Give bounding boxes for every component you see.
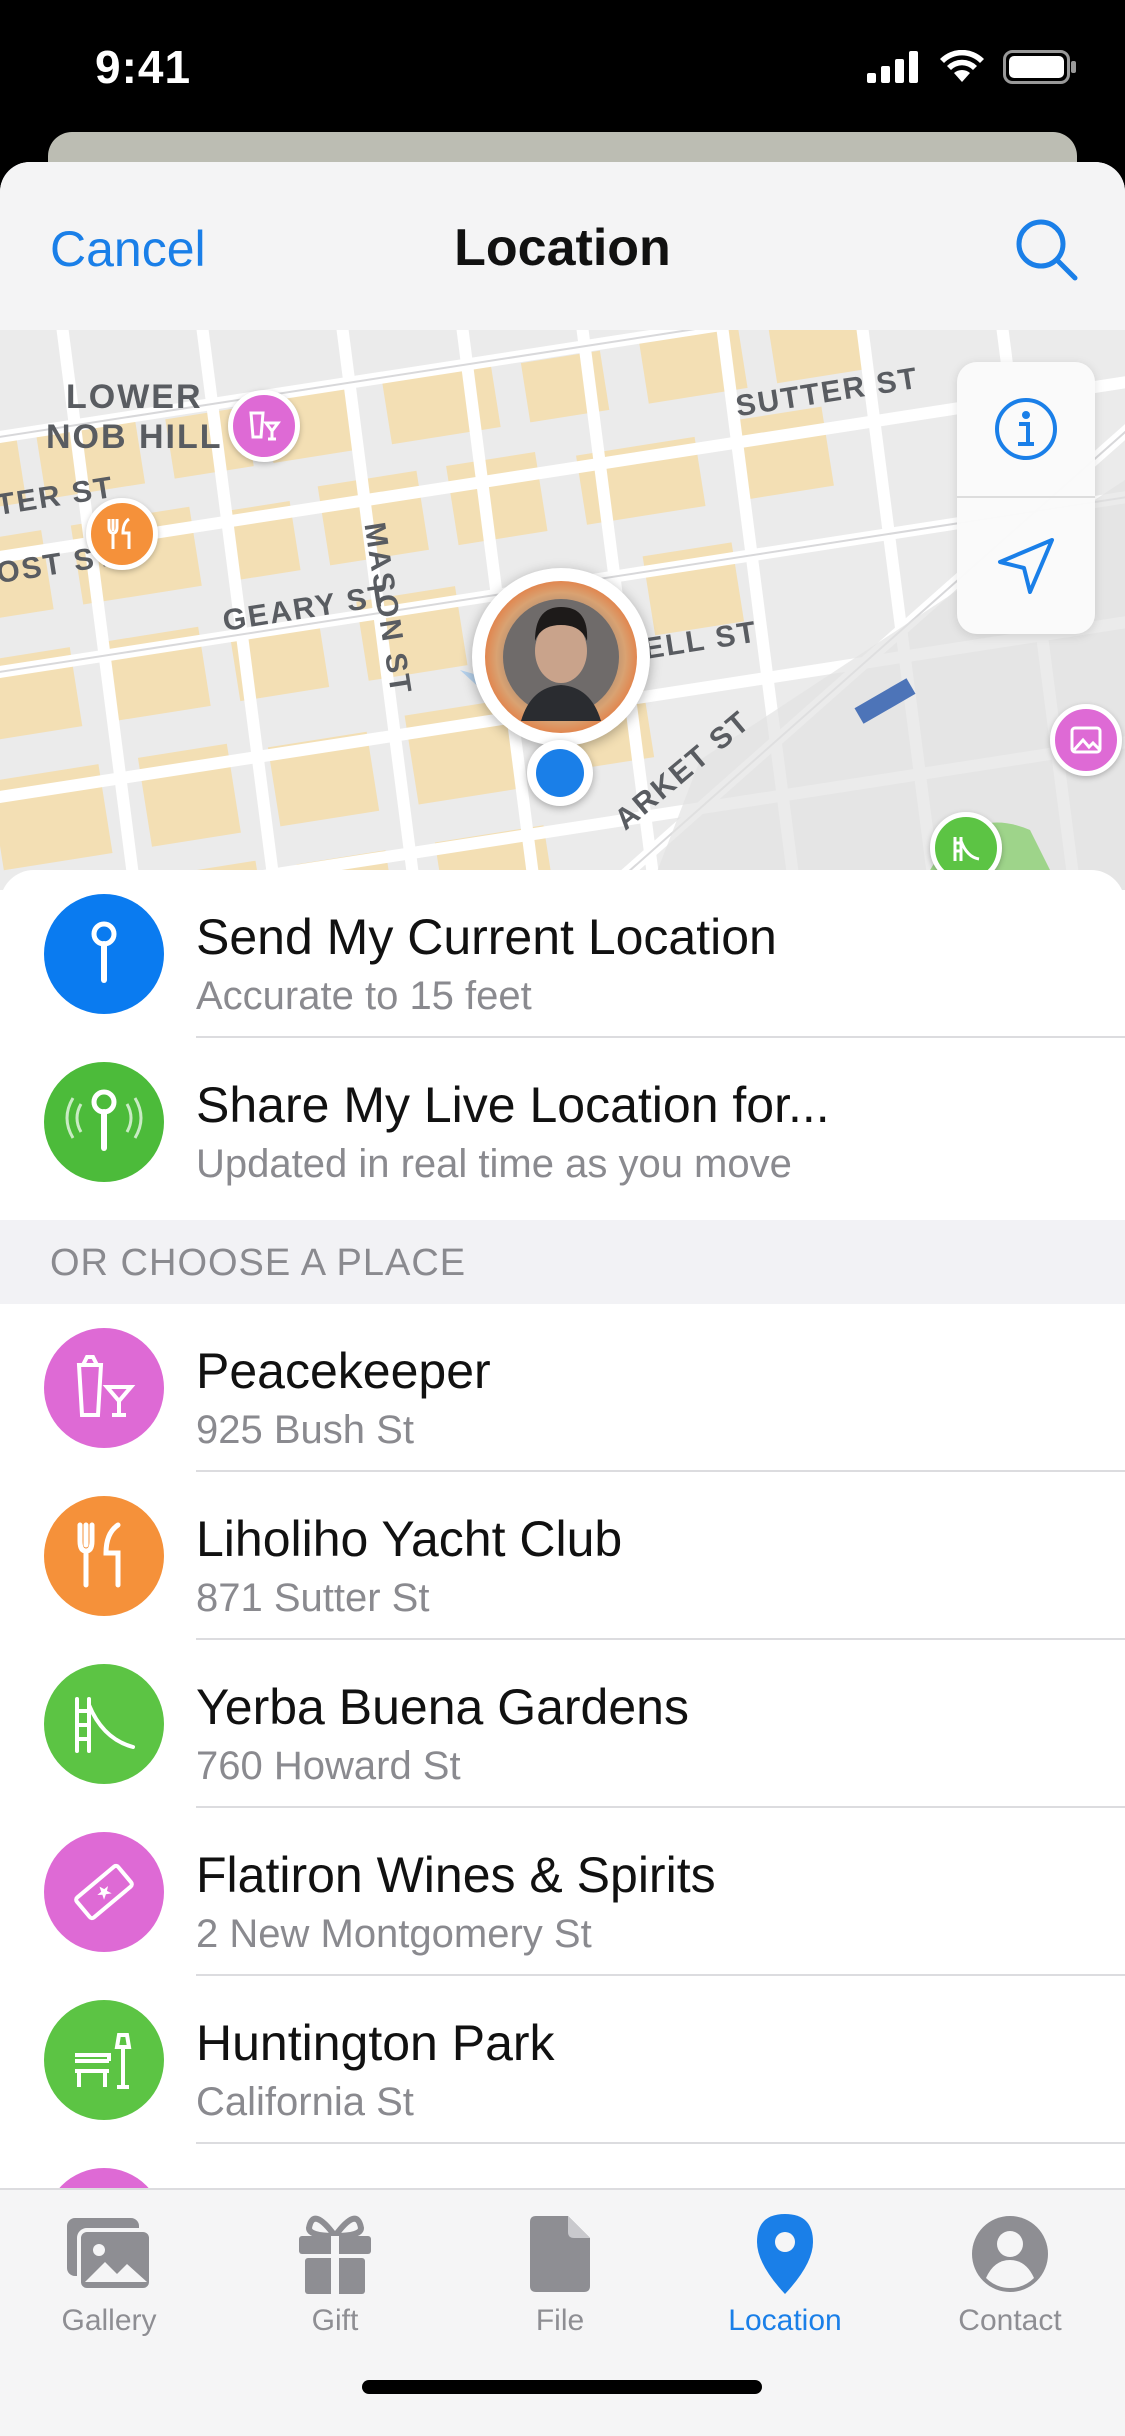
place-address: 925 Bush St xyxy=(196,1408,414,1452)
location-sheet: Cancel Location LOWER NOB HILL SUTTER ST… xyxy=(0,162,1125,2436)
place-address: 871 Sutter St xyxy=(196,1576,430,1620)
map-view[interactable]: LOWER NOB HILL SUTTER ST MASON ST GEARY … xyxy=(0,330,1125,890)
section-title: OR CHOOSE A PLACE xyxy=(50,1242,467,1284)
place-name: Liholiho Yacht Club xyxy=(196,1511,623,1567)
tab-gallery[interactable]: Gallery xyxy=(9,2210,209,2350)
place-name: Peacekeeper xyxy=(196,1343,491,1399)
place-row[interactable]: Flatiron Wines & Spirits 2 New Montgomer… xyxy=(0,1808,1125,1976)
slide-icon xyxy=(953,837,980,861)
tab-label: Contact xyxy=(958,2304,1062,2337)
place-name: Huntington Park xyxy=(196,2015,555,2071)
ticket-icon xyxy=(44,1832,164,1952)
page-title: Location xyxy=(454,219,671,277)
file-icon xyxy=(530,2216,590,2292)
tab-label: Gallery xyxy=(61,2304,157,2337)
cocktail-icon xyxy=(249,411,281,441)
map-label-nob-hill: NOB HILL xyxy=(46,418,223,456)
wifi-icon xyxy=(940,50,984,82)
map-label-lower: LOWER xyxy=(66,378,203,416)
park-bench-icon xyxy=(44,2000,164,2120)
place-address: 760 Howard St xyxy=(196,1744,461,1788)
contact-icon xyxy=(972,2216,1048,2292)
location-arrow-icon xyxy=(998,538,1054,594)
send-current-location-row[interactable]: Send My Current Location Accurate to 15 … xyxy=(0,870,1125,1038)
row-subtitle: Updated in real time as you move xyxy=(196,1142,792,1186)
place-name: Yerba Buena Gardens xyxy=(196,1679,689,1735)
map-poi-restaurant[interactable] xyxy=(86,498,158,570)
map-poi-gallery[interactable] xyxy=(1050,704,1122,776)
battery-icon xyxy=(1003,50,1076,84)
user-avatar-marker[interactable] xyxy=(472,568,650,746)
info-icon xyxy=(995,398,1057,460)
fork-knife-icon xyxy=(107,517,131,549)
status-icons xyxy=(867,50,1077,84)
cellular-signal-icon xyxy=(867,51,918,83)
tab-contact[interactable]: Contact xyxy=(910,2210,1110,2350)
map-controls xyxy=(957,362,1095,634)
home-indicator[interactable] xyxy=(362,2380,762,2394)
tab-bar: Gallery Gift File Location Contact xyxy=(0,2188,1125,2436)
place-row[interactable]: Huntington Park California St xyxy=(0,1976,1125,2144)
status-bar: 9:41 xyxy=(0,0,1125,135)
map-locate-button[interactable] xyxy=(957,498,1095,634)
status-time: 9:41 xyxy=(95,41,192,93)
tab-location[interactable]: Location xyxy=(685,2210,885,2350)
share-live-location-row[interactable]: Share My Live Location for... Updated in… xyxy=(0,1038,1125,1206)
slide-icon xyxy=(44,1664,164,1784)
tab-file[interactable]: File xyxy=(460,2210,660,2350)
gift-icon xyxy=(299,2215,371,2294)
tab-gift[interactable]: Gift xyxy=(235,2210,435,2350)
tab-label: Location xyxy=(728,2304,842,2337)
search-icon[interactable] xyxy=(1011,214,1081,284)
place-address: 2 New Montgomery St xyxy=(196,1912,592,1956)
place-address: California St xyxy=(196,2080,414,2124)
cocktail-icon xyxy=(44,1328,164,1448)
avatar xyxy=(485,581,637,733)
gallery-icon xyxy=(67,2218,153,2292)
row-title: Send My Current Location xyxy=(196,909,777,965)
live-pin-icon xyxy=(44,1062,164,1182)
tab-label: File xyxy=(535,2304,585,2337)
map-poi-cocktail[interactable] xyxy=(228,390,300,462)
pin-icon xyxy=(44,894,164,1014)
place-row[interactable]: Liholiho Yacht Club 871 Sutter St xyxy=(0,1472,1125,1640)
current-location-dot xyxy=(527,740,593,806)
navigation-bar: Cancel Location xyxy=(0,162,1125,330)
map-info-button[interactable] xyxy=(957,362,1095,498)
place-row[interactable]: Peacekeeper 925 Bush St xyxy=(0,1304,1125,1472)
fork-knife-icon xyxy=(44,1496,164,1616)
place-name: Flatiron Wines & Spirits xyxy=(196,1847,716,1903)
place-row[interactable]: Yerba Buena Gardens 760 Howard St xyxy=(0,1640,1125,1808)
picture-icon xyxy=(1070,726,1102,754)
section-header: OR CHOOSE A PLACE xyxy=(0,1220,1125,1304)
row-subtitle: Accurate to 15 feet xyxy=(196,974,532,1018)
tab-label: Gift xyxy=(311,2304,359,2337)
location-pin-icon xyxy=(757,2214,813,2294)
row-title: Share My Live Location for... xyxy=(196,1077,830,1133)
